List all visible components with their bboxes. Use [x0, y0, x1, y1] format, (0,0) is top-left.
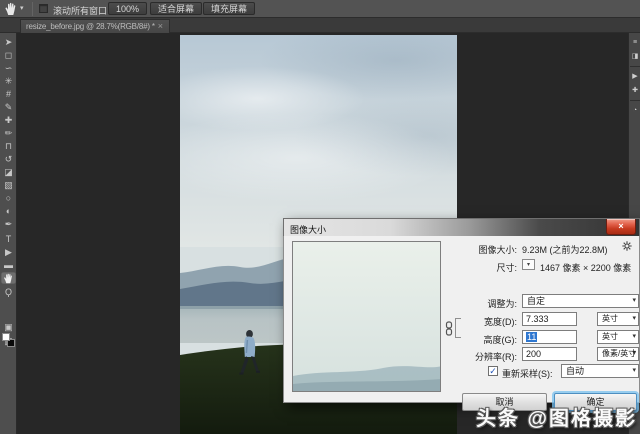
- chevron-down-icon: ▾: [632, 365, 636, 377]
- dialog-close-button[interactable]: ×: [606, 219, 636, 235]
- foreground-color-swatch[interactable]: [2, 333, 10, 341]
- dock-panel-icon[interactable]: ▶: [629, 71, 640, 82]
- clone-stamp-tool-icon[interactable]: ⊓: [0, 140, 17, 152]
- gradient-tool-icon[interactable]: ▧: [0, 179, 17, 191]
- document-tab-title: resize_before.jpg @ 28.7%(RGB/8#) *: [26, 22, 155, 31]
- height-value: 11: [526, 332, 537, 342]
- pen-tool-icon[interactable]: ✒: [0, 218, 17, 230]
- chevron-down-icon: ▾: [632, 313, 636, 325]
- scroll-all-windows-checkbox[interactable]: [39, 4, 48, 13]
- resolution-unit-dropdown[interactable]: 像素/英寸 ▾: [597, 347, 639, 361]
- dialog-body: 图像大小: 9.23M (之前为22.8M) 尺寸: ▾ 1467 像素 × 2…: [283, 236, 640, 403]
- dock-panel-icon[interactable]: ✚: [629, 85, 640, 96]
- height-label: 高度(G):: [439, 333, 517, 346]
- resample-dropdown[interactable]: 自动 ▾: [561, 364, 639, 378]
- fill-screen-button[interactable]: 填充屏幕: [203, 2, 255, 15]
- tab-close-icon[interactable]: ×: [158, 21, 163, 31]
- resolution-unit-value: 像素/英寸: [602, 349, 636, 358]
- brush-tool-icon[interactable]: ✏: [0, 127, 17, 139]
- magic-wand-tool-icon[interactable]: ✳: [0, 75, 17, 87]
- eraser-tool-icon[interactable]: ◪: [0, 166, 17, 178]
- fit-to-label: 调整为:: [439, 297, 517, 310]
- tool-preset-caret-icon[interactable]: ▾: [20, 4, 24, 12]
- dimensions-unit-dropdown[interactable]: ▾: [522, 259, 535, 270]
- type-tool-icon[interactable]: T: [0, 233, 17, 245]
- gear-icon[interactable]: [622, 241, 632, 251]
- dimensions-label: 尺寸:: [439, 261, 517, 274]
- dock-panel-icon[interactable]: ◔: [629, 105, 640, 116]
- document-tab-bar: resize_before.jpg @ 28.7%(RGB/8#) *×: [0, 18, 640, 33]
- divider: [630, 66, 640, 67]
- divider: [32, 2, 33, 16]
- lasso-tool-icon[interactable]: ∽: [0, 62, 17, 74]
- eyedropper-tool-icon[interactable]: ✎: [0, 101, 17, 113]
- quick-mask-icon[interactable]: ▣: [0, 321, 17, 333]
- shape-tool-icon[interactable]: ▬: [0, 259, 17, 271]
- resolution-input[interactable]: 200: [522, 347, 577, 361]
- resolution-label: 分辨率(R):: [439, 350, 517, 363]
- photo-person: [235, 328, 265, 383]
- chevron-down-icon: ▾: [632, 348, 636, 360]
- width-label: 宽度(D):: [439, 315, 517, 328]
- divider: [630, 100, 640, 101]
- image-preview[interactable]: [292, 241, 441, 392]
- zoom-tool-icon[interactable]: Ϙ: [0, 286, 17, 298]
- toolbox: ➤ ◻ ∽ ✳ # ✎ ✚ ✏ ⊓ ↺ ◪ ▧ ○ ◐ ✒ T ▶ ▬ Ϙ ▣ …: [0, 33, 17, 434]
- dock-panel-icon[interactable]: ◨: [629, 51, 640, 62]
- resample-value: 自动: [566, 366, 584, 376]
- document-tab[interactable]: resize_before.jpg @ 28.7%(RGB/8#) *×: [20, 19, 170, 33]
- image-size-value: 9.23M (之前为22.8M): [522, 243, 608, 256]
- move-tool-icon[interactable]: ➤: [0, 36, 17, 48]
- resample-checkbox[interactable]: ✓: [488, 366, 498, 376]
- chevron-down-icon: ▾: [632, 295, 636, 307]
- width-unit-value: 英寸: [602, 314, 618, 323]
- history-brush-tool-icon[interactable]: ↺: [0, 153, 17, 165]
- width-value: 7.333: [526, 314, 549, 324]
- crop-tool-icon[interactable]: #: [0, 88, 17, 100]
- dimensions-value: 1467 像素 × 2200 像素: [540, 261, 631, 274]
- marquee-tool-icon[interactable]: ◻: [0, 49, 17, 61]
- fit-to-dropdown[interactable]: 自定 ▾: [522, 294, 639, 308]
- path-select-tool-icon[interactable]: ▶: [0, 246, 17, 258]
- photo-sky: [180, 35, 457, 247]
- healing-brush-tool-icon[interactable]: ✚: [0, 114, 17, 126]
- watermark-text: 头条 @图格摄影: [476, 402, 637, 431]
- image-size-dialog: 图像大小 × 图像大小: 9.23M (之前为22.8M) 尺寸: ▾ 1467…: [283, 218, 640, 403]
- height-unit-dropdown[interactable]: 英寸 ▾: [597, 330, 639, 344]
- hand-tool-icon[interactable]: [4, 2, 18, 16]
- height-unit-value: 英寸: [602, 332, 618, 341]
- width-input[interactable]: 7.333: [522, 312, 577, 326]
- zoom-100-button[interactable]: 100%: [108, 2, 147, 15]
- image-size-label: 图像大小:: [439, 243, 517, 256]
- blur-tool-icon[interactable]: ○: [0, 192, 17, 204]
- fit-to-value: 自定: [527, 296, 545, 306]
- dock-panel-icon[interactable]: ≡: [629, 37, 640, 48]
- fit-screen-button[interactable]: 适合屏幕: [150, 2, 202, 15]
- options-bar: ▾ 滚动所有窗口 100% 适合屏幕 填充屏幕: [0, 0, 640, 18]
- photoshop-window: ▾ 滚动所有窗口 100% 适合屏幕 填充屏幕 resize_before.jp…: [0, 0, 640, 434]
- width-unit-dropdown[interactable]: 英寸 ▾: [597, 312, 639, 326]
- chevron-down-icon: ▾: [632, 331, 636, 343]
- dialog-titlebar[interactable]: 图像大小 ×: [283, 218, 640, 236]
- preview-mountains: [293, 346, 441, 391]
- resolution-value: 200: [526, 349, 541, 359]
- height-input[interactable]: 11: [522, 330, 577, 344]
- dialog-title: 图像大小: [290, 223, 326, 236]
- hand-tool-icon[interactable]: [1, 272, 16, 284]
- scroll-all-windows-label: 滚动所有窗口: [53, 4, 107, 17]
- resample-label: 重新采样(S):: [502, 367, 553, 380]
- dodge-tool-icon[interactable]: ◐: [0, 205, 17, 217]
